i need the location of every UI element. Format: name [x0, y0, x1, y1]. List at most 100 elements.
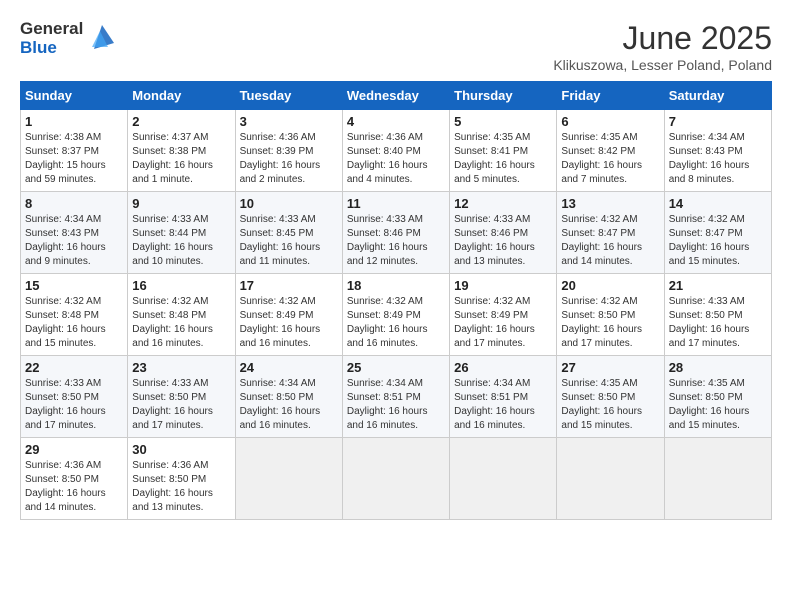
day-number: 20 [561, 278, 659, 293]
day-number: 25 [347, 360, 445, 375]
day-number: 9 [132, 196, 230, 211]
logo[interactable]: General Blue [20, 20, 118, 57]
day-info: Sunrise: 4:38 AMSunset: 8:37 PMDaylight:… [25, 131, 123, 187]
day-cell-30: 30 Sunrise: 4:36 AMSunset: 8:50 PMDayligh… [128, 438, 235, 520]
day-cell-28: 28 Sunrise: 4:35 AMSunset: 8:50 PMDayligh… [664, 356, 771, 438]
day-cell-29: 29 Sunrise: 4:36 AMSunset: 8:50 PMDayligh… [21, 438, 128, 520]
month-year-title: June 2025 [553, 20, 772, 57]
day-cell-4: 4 Sunrise: 4:36 AMSunset: 8:40 PMDaylight… [342, 110, 449, 192]
day-info: Sunrise: 4:35 AMSunset: 8:50 PMDaylight:… [561, 377, 659, 433]
day-cell-12: 12Sunrise: 4:33 AMSunset: 8:46 PMDayligh… [450, 192, 557, 274]
calendar-week-row: 1 Sunrise: 4:38 AMSunset: 8:37 PMDaylight… [21, 110, 772, 192]
day-number: 10 [240, 196, 338, 211]
day-cell-1: 1 Sunrise: 4:38 AMSunset: 8:37 PMDaylight… [21, 110, 128, 192]
day-header-thursday: Thursday [450, 82, 557, 110]
day-number: 21 [669, 278, 767, 293]
day-number: 26 [454, 360, 552, 375]
day-info: Sunrise: 4:32 AMSunset: 8:49 PMDaylight:… [454, 295, 552, 351]
empty-day-cell [342, 438, 449, 520]
day-info: Sunrise: 4:33 AMSunset: 8:50 PMDaylight:… [669, 295, 767, 351]
day-number: 11 [347, 196, 445, 211]
day-info: Sunrise: 4:36 AMSunset: 8:40 PMDaylight:… [347, 131, 445, 187]
day-info: Sunrise: 4:34 AMSunset: 8:43 PMDaylight:… [25, 213, 123, 269]
day-cell-10: 10 Sunrise: 4:33 AMSunset: 8:45 PMDayligh… [235, 192, 342, 274]
day-info: Sunrise: 4:37 AMSunset: 8:38 PMDaylight:… [132, 131, 230, 187]
day-number: 3 [240, 114, 338, 129]
calendar-table: SundayMondayTuesdayWednesdayThursdayFrid… [20, 81, 772, 520]
day-cell-25: 25Sunrise: 4:34 AMSunset: 8:51 PMDayligh… [342, 356, 449, 438]
day-number: 12 [454, 196, 552, 211]
day-number: 17 [240, 278, 338, 293]
day-info: Sunrise: 4:34 AMSunset: 8:43 PMDaylight:… [669, 131, 767, 187]
day-number: 19 [454, 278, 552, 293]
day-info: Sunrise: 4:33 AMSunset: 8:46 PMDaylight:… [347, 213, 445, 269]
day-number: 14 [669, 196, 767, 211]
day-cell-24: 24 Sunrise: 4:34 AMSunset: 8:50 PMDayligh… [235, 356, 342, 438]
day-cell-13: 13Sunrise: 4:32 AMSunset: 8:47 PMDayligh… [557, 192, 664, 274]
day-info: Sunrise: 4:32 AMSunset: 8:50 PMDaylight:… [561, 295, 659, 351]
day-cell-6: 6 Sunrise: 4:35 AMSunset: 8:42 PMDaylight… [557, 110, 664, 192]
calendar-header-row: SundayMondayTuesdayWednesdayThursdayFrid… [21, 82, 772, 110]
day-number: 28 [669, 360, 767, 375]
day-cell-21: 21 Sunrise: 4:33 AMSunset: 8:50 PMDayligh… [664, 274, 771, 356]
day-header-tuesday: Tuesday [235, 82, 342, 110]
empty-day-cell [557, 438, 664, 520]
calendar-week-row: 22 Sunrise: 4:33 AMSunset: 8:50 PMDayligh… [21, 356, 772, 438]
day-number: 22 [25, 360, 123, 375]
day-info: Sunrise: 4:32 AMSunset: 8:48 PMDaylight:… [132, 295, 230, 351]
day-cell-5: 5 Sunrise: 4:35 AMSunset: 8:41 PMDaylight… [450, 110, 557, 192]
day-cell-9: 9Sunrise: 4:33 AMSunset: 8:44 PMDaylight… [128, 192, 235, 274]
day-info: Sunrise: 4:33 AMSunset: 8:45 PMDaylight:… [240, 213, 338, 269]
day-info: Sunrise: 4:32 AMSunset: 8:49 PMDaylight:… [240, 295, 338, 351]
day-number: 29 [25, 442, 123, 457]
day-cell-22: 22Sunrise: 4:33 AMSunset: 8:50 PMDayligh… [21, 356, 128, 438]
day-number: 4 [347, 114, 445, 129]
day-info: Sunrise: 4:35 AMSunset: 8:41 PMDaylight:… [454, 131, 552, 187]
day-info: Sunrise: 4:32 AMSunset: 8:48 PMDaylight:… [25, 295, 123, 351]
day-cell-23: 23 Sunrise: 4:33 AMSunset: 8:50 PMDayligh… [128, 356, 235, 438]
page-header: General Blue June 2025 Klikuszowa, Lesse… [20, 20, 772, 73]
day-info: Sunrise: 4:34 AMSunset: 8:51 PMDaylight:… [454, 377, 552, 433]
day-number: 18 [347, 278, 445, 293]
day-cell-18: 18 Sunrise: 4:32 AMSunset: 8:49 PMDayligh… [342, 274, 449, 356]
day-header-friday: Friday [557, 82, 664, 110]
day-cell-3: 3 Sunrise: 4:36 AMSunset: 8:39 PMDaylight… [235, 110, 342, 192]
day-header-sunday: Sunday [21, 82, 128, 110]
day-number: 15 [25, 278, 123, 293]
empty-day-cell [450, 438, 557, 520]
day-header-monday: Monday [128, 82, 235, 110]
day-cell-15: 15 Sunrise: 4:32 AMSunset: 8:48 PMDayligh… [21, 274, 128, 356]
day-info: Sunrise: 4:35 AMSunset: 8:50 PMDaylight:… [669, 377, 767, 433]
day-number: 27 [561, 360, 659, 375]
calendar-week-row: 15 Sunrise: 4:32 AMSunset: 8:48 PMDayligh… [21, 274, 772, 356]
day-info: Sunrise: 4:36 AMSunset: 8:39 PMDaylight:… [240, 131, 338, 187]
day-number: 1 [25, 114, 123, 129]
day-number: 23 [132, 360, 230, 375]
day-cell-7: 7Sunrise: 4:34 AMSunset: 8:43 PMDaylight… [664, 110, 771, 192]
logo-blue: Blue [20, 39, 83, 58]
day-number: 6 [561, 114, 659, 129]
logo-general: General [20, 20, 83, 39]
day-info: Sunrise: 4:36 AMSunset: 8:50 PMDaylight:… [25, 459, 123, 515]
day-number: 5 [454, 114, 552, 129]
title-block: June 2025 Klikuszowa, Lesser Poland, Pol… [553, 20, 772, 73]
day-header-wednesday: Wednesday [342, 82, 449, 110]
day-cell-20: 20 Sunrise: 4:32 AMSunset: 8:50 PMDayligh… [557, 274, 664, 356]
day-cell-16: 16Sunrise: 4:32 AMSunset: 8:48 PMDayligh… [128, 274, 235, 356]
logo-icon [86, 21, 118, 53]
day-number: 24 [240, 360, 338, 375]
day-cell-8: 8Sunrise: 4:34 AMSunset: 8:43 PMDaylight… [21, 192, 128, 274]
day-cell-27: 27 Sunrise: 4:35 AMSunset: 8:50 PMDayligh… [557, 356, 664, 438]
day-info: Sunrise: 4:36 AMSunset: 8:50 PMDaylight:… [132, 459, 230, 515]
day-info: Sunrise: 4:32 AMSunset: 8:49 PMDaylight:… [347, 295, 445, 351]
day-number: 13 [561, 196, 659, 211]
day-info: Sunrise: 4:32 AMSunset: 8:47 PMDaylight:… [669, 213, 767, 269]
day-cell-19: 19 Sunrise: 4:32 AMSunset: 8:49 PMDayligh… [450, 274, 557, 356]
day-cell-26: 26 Sunrise: 4:34 AMSunset: 8:51 PMDayligh… [450, 356, 557, 438]
location-subtitle: Klikuszowa, Lesser Poland, Poland [553, 57, 772, 73]
day-number: 30 [132, 442, 230, 457]
day-info: Sunrise: 4:33 AMSunset: 8:50 PMDaylight:… [132, 377, 230, 433]
day-info: Sunrise: 4:35 AMSunset: 8:42 PMDaylight:… [561, 131, 659, 187]
day-info: Sunrise: 4:34 AMSunset: 8:50 PMDaylight:… [240, 377, 338, 433]
empty-day-cell [664, 438, 771, 520]
